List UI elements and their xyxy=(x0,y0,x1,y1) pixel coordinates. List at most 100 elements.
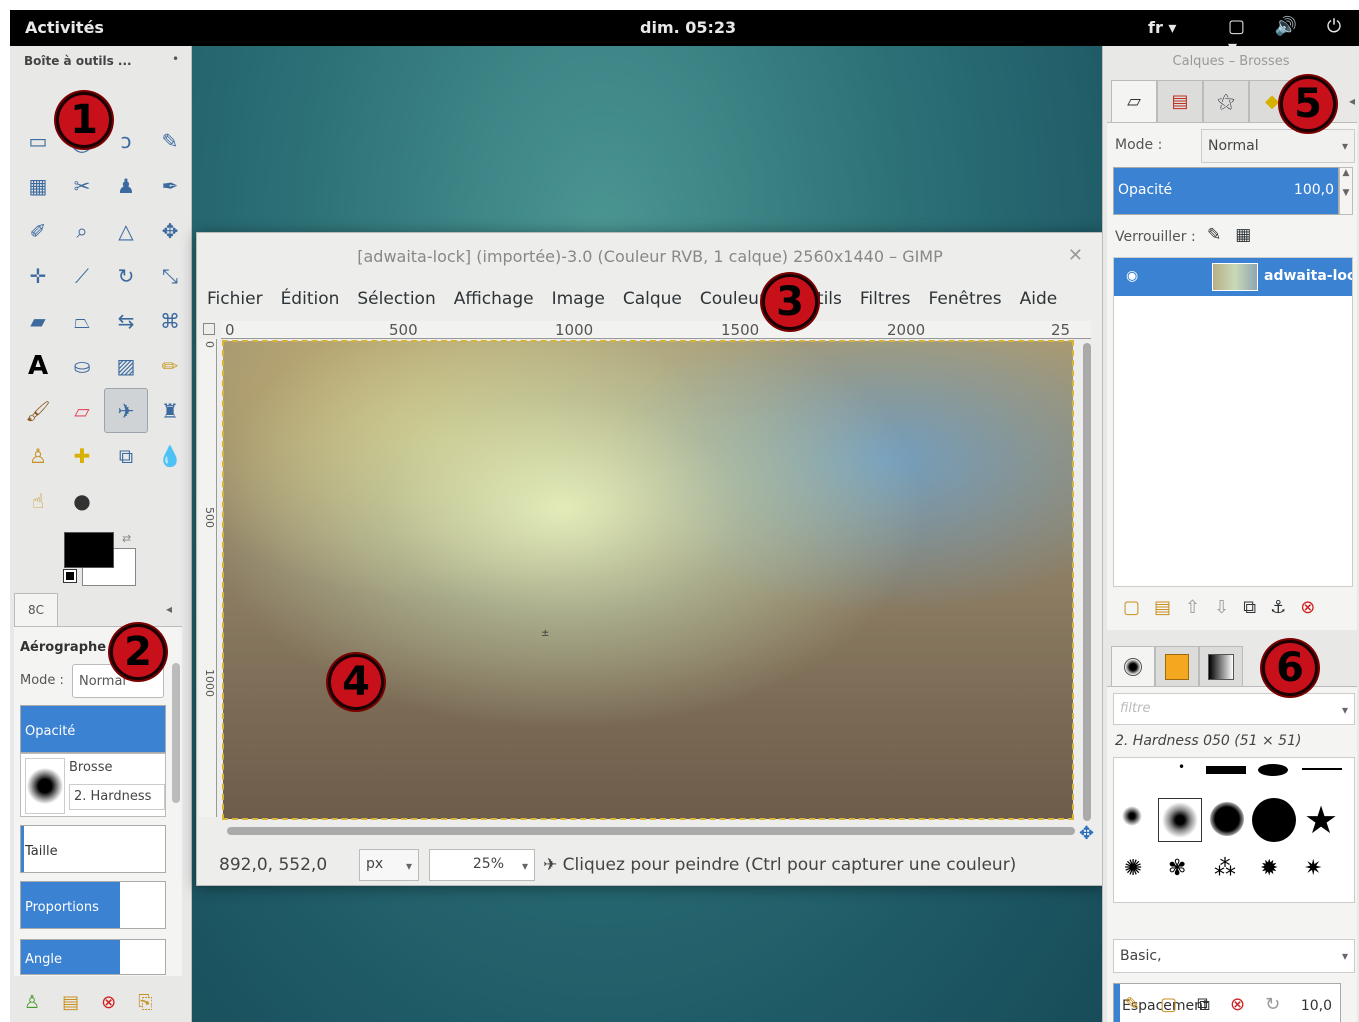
brush-item[interactable] xyxy=(1122,806,1142,826)
cage-icon[interactable]: ⌘ xyxy=(148,298,192,343)
perspective-icon[interactable]: ⏢ xyxy=(60,298,104,343)
horizontal-scrollbar[interactable] xyxy=(227,827,1075,835)
tab-paths[interactable]: ⚝ xyxy=(1203,80,1249,122)
zoom-dropdown[interactable]: 25% ▾ xyxy=(429,849,535,881)
brush-tag-dropdown[interactable]: Basic, ▾ xyxy=(1113,939,1355,973)
text-icon[interactable]: A xyxy=(16,343,60,388)
scissors-icon[interactable]: ✂ xyxy=(60,163,104,208)
color-picker-icon[interactable]: ✐ xyxy=(16,208,60,253)
foreground-select-icon[interactable]: ♟ xyxy=(104,163,148,208)
brush-name-field[interactable]: 2. Hardness xyxy=(69,784,165,810)
angle-slider[interactable]: Angle xyxy=(20,939,166,975)
unit-dropdown[interactable]: px ▾ xyxy=(359,849,419,881)
restore-options-icon[interactable]: ▤ xyxy=(62,992,79,1013)
flip-icon[interactable]: ⇆ xyxy=(104,298,148,343)
quick-mask-toggle[interactable] xyxy=(203,323,215,335)
tab-layers[interactable]: ▱ xyxy=(1111,80,1157,122)
menu-fichier[interactable]: Fichier xyxy=(207,289,263,309)
menu-edition[interactable]: Édition xyxy=(281,289,340,309)
fuzzy-select-icon[interactable]: ✎ xyxy=(148,118,192,163)
tab-patterns[interactable] xyxy=(1155,646,1199,686)
brush-item[interactable] xyxy=(1210,802,1244,836)
align-icon[interactable]: ✛ xyxy=(16,253,60,298)
crop-icon[interactable]: ⟋ xyxy=(60,253,104,298)
default-colors-icon[interactable] xyxy=(63,569,77,583)
layer-name[interactable]: adwaita-lock xyxy=(1264,268,1352,284)
blur-icon[interactable]: 💧 xyxy=(148,433,192,478)
menu-selection[interactable]: Sélection xyxy=(357,289,435,309)
menu-calque[interactable]: Calque xyxy=(623,289,682,309)
zoom-icon[interactable]: ⌕ xyxy=(60,208,104,253)
brush-item[interactable] xyxy=(1206,766,1246,774)
brush-preview[interactable] xyxy=(25,758,65,814)
delete-options-icon[interactable]: ⊗ xyxy=(101,992,116,1013)
collapse-icon[interactable]: ◂ xyxy=(166,602,172,616)
tab-gradients[interactable] xyxy=(1199,646,1243,686)
opacity-spinner[interactable]: ▲ ▼ xyxy=(1339,167,1353,215)
menu-fenetres[interactable]: Fenêtres xyxy=(928,289,1001,309)
brush-item[interactable] xyxy=(1302,768,1342,770)
horizontal-ruler[interactable]: 0 500 1000 1500 2000 25 xyxy=(221,321,1091,339)
delete-brush-icon[interactable]: ⊗ xyxy=(1230,994,1265,1015)
tab-brushes[interactable] xyxy=(1111,646,1155,686)
rect-select-icon[interactable]: ▭ xyxy=(16,118,60,163)
activities-button[interactable]: Activités xyxy=(25,18,104,37)
tab-channels[interactable]: ▤ xyxy=(1157,80,1203,122)
reset-options-icon[interactable]: ⎘ xyxy=(138,992,152,1013)
heal-icon[interactable]: ✚ xyxy=(60,433,104,478)
image-canvas[interactable]: ± xyxy=(222,340,1074,820)
foreground-color-swatch[interactable] xyxy=(64,532,114,568)
smudge-icon[interactable]: ☝ xyxy=(16,478,60,523)
menu-affichage[interactable]: Affichage xyxy=(454,289,534,309)
new-brush-icon[interactable]: ▢ xyxy=(1160,994,1197,1015)
rotate-icon[interactable]: ↻ xyxy=(104,253,148,298)
duplicate-brush-icon[interactable]: ⧉ xyxy=(1197,994,1230,1015)
bucket-fill-icon[interactable]: ⛀ xyxy=(60,343,104,388)
eraser-icon[interactable]: ▱ xyxy=(60,388,104,433)
ink-icon[interactable]: ♜ xyxy=(148,388,192,433)
anchor-layer-icon[interactable]: ⚓ xyxy=(1270,597,1300,618)
brush-item[interactable] xyxy=(1252,798,1296,842)
measure-icon[interactable]: △ xyxy=(104,208,148,253)
close-icon[interactable]: ✕ xyxy=(1068,245,1083,266)
move-icon[interactable]: ✥ xyxy=(148,208,192,253)
clone-icon[interactable]: ♙ xyxy=(16,433,60,478)
toolbox-menu-icon[interactable]: • xyxy=(172,52,179,66)
lower-layer-icon[interactable]: ⇩ xyxy=(1214,597,1243,618)
navigate-icon[interactable]: ✥ xyxy=(1079,823,1094,844)
paths-icon[interactable]: ✒ xyxy=(148,163,192,208)
layer-row[interactable]: ◉ adwaita-lock xyxy=(1114,258,1352,296)
save-options-icon[interactable]: ♙ xyxy=(24,992,40,1013)
lock-alpha-icon[interactable]: ▦ xyxy=(1235,225,1265,245)
paintbrush-icon[interactable]: 🖌 xyxy=(16,388,60,433)
brush-item[interactable]: ★ xyxy=(1304,798,1338,842)
collapse-icon[interactable]: ◂ xyxy=(1349,94,1355,108)
brush-item[interactable]: ✺ xyxy=(1124,856,1142,881)
perspective-clone-icon[interactable]: ⧉ xyxy=(104,433,148,478)
proportions-slider[interactable]: Proportions xyxy=(20,881,166,929)
pencil-icon[interactable]: ✏ xyxy=(148,343,192,388)
airbrush-icon[interactable]: ✈ xyxy=(104,388,148,433)
scale-icon[interactable]: ⤡ xyxy=(148,253,192,298)
layer-mode-dropdown[interactable]: Normal ▾ xyxy=(1201,129,1355,163)
size-slider[interactable]: Taille xyxy=(20,825,166,873)
layer-opacity-slider[interactable]: Opacité 100,0 xyxy=(1113,167,1339,215)
brush-filter-input[interactable]: filtre ▾ xyxy=(1113,693,1355,725)
opacity-slider[interactable]: Opacité xyxy=(20,705,166,753)
layer-thumbnail[interactable] xyxy=(1212,263,1258,291)
brush-item[interactable]: ✷ xyxy=(1304,856,1322,881)
blend-icon[interactable]: ▨ xyxy=(104,343,148,388)
brush-selector[interactable]: Brosse 2. Hardness xyxy=(20,753,166,817)
edit-brush-icon[interactable]: ✎ xyxy=(1125,994,1160,1015)
dodge-burn-icon[interactable]: ● xyxy=(60,478,104,523)
brush-item[interactable]: ✾ xyxy=(1168,856,1186,881)
raise-layer-icon[interactable]: ⇧ xyxy=(1185,597,1214,618)
new-layer-icon[interactable]: ▢ xyxy=(1123,597,1154,618)
brush-item-selected[interactable] xyxy=(1158,798,1202,842)
brush-item[interactable]: • xyxy=(1178,760,1185,774)
duplicate-layer-icon[interactable]: ⧉ xyxy=(1243,597,1270,618)
clock[interactable]: dim. 05:23 xyxy=(640,18,736,37)
new-group-icon[interactable]: ▤ xyxy=(1154,597,1185,618)
lock-pixels-icon[interactable]: ✎ xyxy=(1207,225,1235,245)
brush-item[interactable]: ✹ xyxy=(1260,856,1278,881)
